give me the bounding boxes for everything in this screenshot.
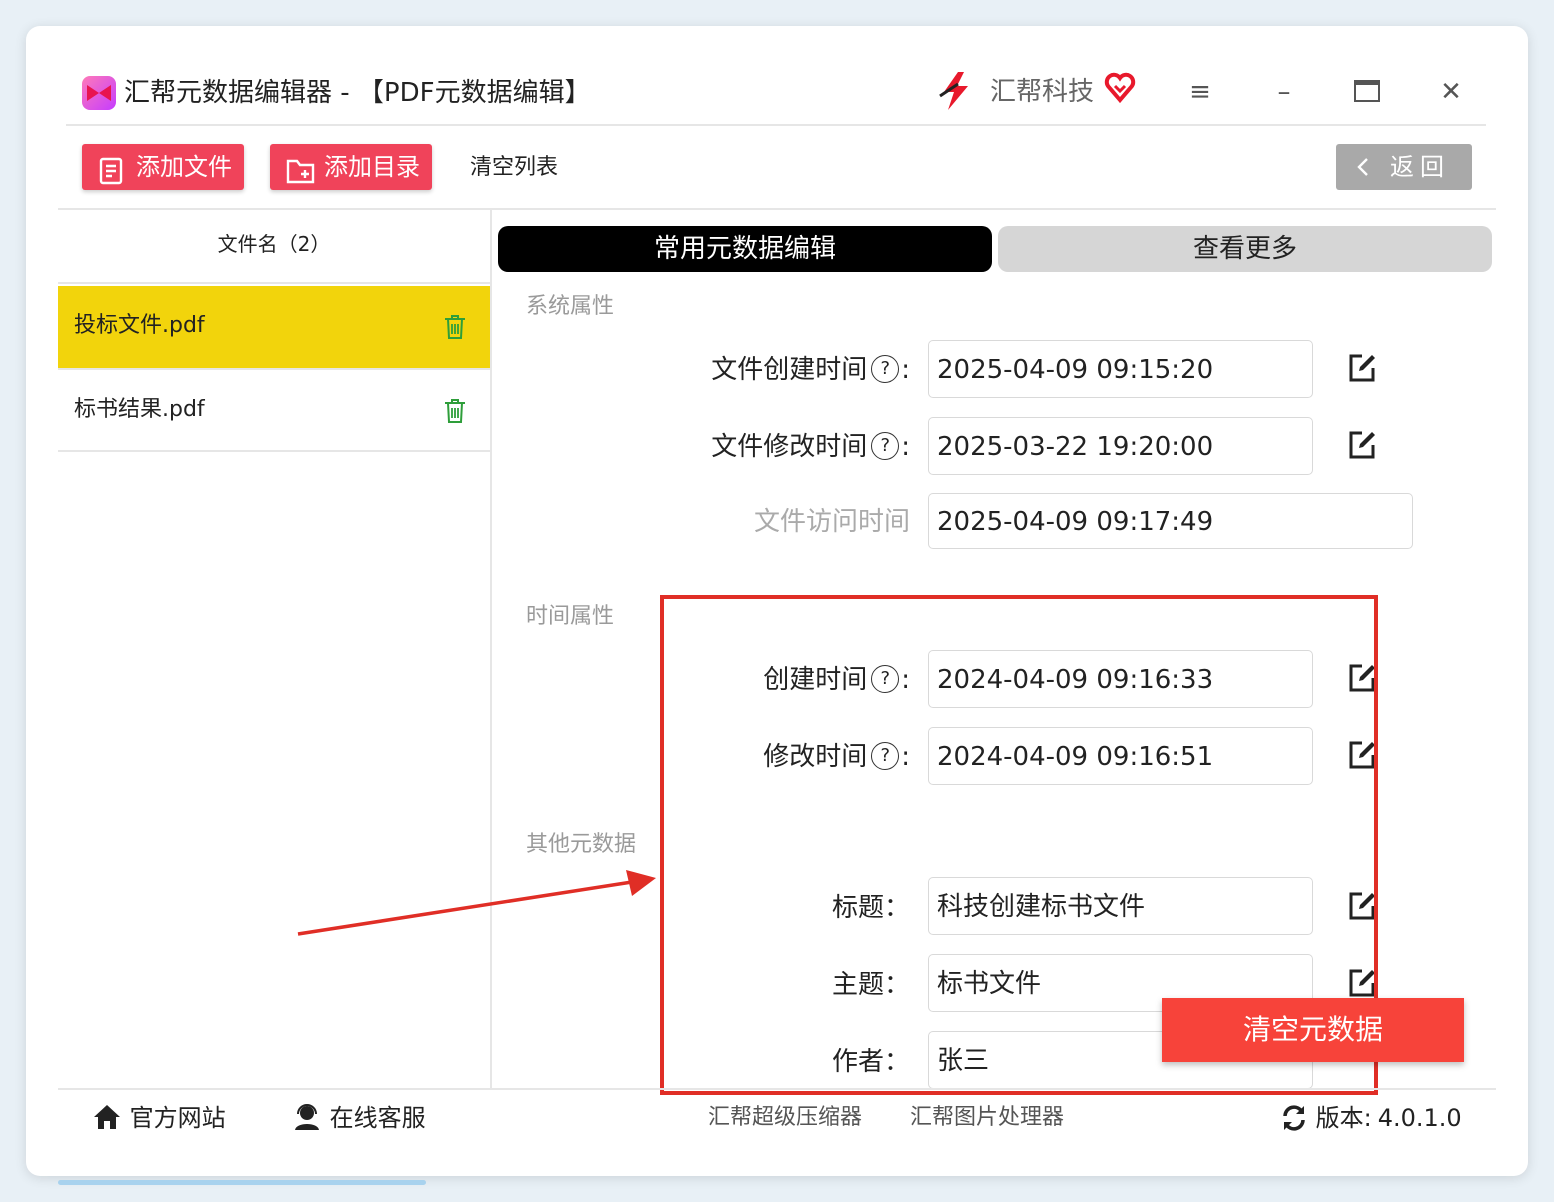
app-logo-icon xyxy=(82,76,116,110)
support-icon xyxy=(292,1104,330,1132)
add-folder-label: 添加目录 xyxy=(324,153,420,181)
tab-see-more[interactable]: 查看更多 xyxy=(998,226,1492,272)
menu-icon[interactable]: ≡ xyxy=(1180,74,1220,110)
section-time-props: 时间属性 xyxy=(526,604,615,629)
file-item[interactable]: 标书结果.pdf xyxy=(58,370,490,452)
support-label: 在线客服 xyxy=(329,1104,426,1132)
version-info: 版本: 4.0.1.0 xyxy=(1280,1100,1462,1136)
label-text: 文件修改时间 xyxy=(711,432,868,462)
field-label: 文件修改时间?: xyxy=(711,431,910,462)
version-label: 版本: xyxy=(1315,1104,1372,1132)
trash-icon[interactable] xyxy=(444,398,466,428)
window-title: 汇帮元数据编辑器 - 【PDF元数据编辑】 xyxy=(124,78,591,108)
field-label: 文件创建时间?: xyxy=(711,354,910,385)
home-icon xyxy=(92,1104,130,1132)
file-list-header: 文件名（2） xyxy=(217,232,331,256)
toolbar-divider xyxy=(58,208,1496,210)
file-name: 标书结果.pdf xyxy=(74,397,205,422)
footer-divider xyxy=(58,1088,1496,1090)
file-list-icon xyxy=(98,154,126,200)
compressor-link[interactable]: 汇帮超级压缩器 xyxy=(708,1100,862,1136)
label-text: 文件创建时间 xyxy=(711,355,868,385)
image-tool-link[interactable]: 汇帮图片处理器 xyxy=(910,1100,1064,1136)
online-support-link[interactable]: 在线客服 xyxy=(292,1100,426,1136)
maximize-icon[interactable] xyxy=(1354,80,1380,102)
scrollbar[interactable] xyxy=(58,1180,426,1185)
file-name: 投标文件.pdf xyxy=(74,313,205,338)
back-button[interactable]: 返回 xyxy=(1336,144,1472,190)
row-divider xyxy=(58,282,490,284)
folder-add-icon xyxy=(286,154,316,200)
heart-icon[interactable] xyxy=(1104,72,1136,108)
trash-icon[interactable] xyxy=(444,314,466,344)
refresh-icon[interactable] xyxy=(1280,1104,1316,1132)
back-label: 返回 xyxy=(1390,153,1450,181)
clear-list-button[interactable]: 清空列表 xyxy=(470,150,558,186)
brand-logo-icon xyxy=(936,70,976,116)
edit-icon[interactable] xyxy=(1346,352,1378,388)
clear-metadata-button[interactable]: 清空元数据 xyxy=(1162,998,1464,1062)
help-icon[interactable]: ? xyxy=(871,431,900,460)
file-modified-time-input[interactable]: 2025-03-22 19:20:00 xyxy=(928,417,1313,475)
file-created-time-input[interactable]: 2025-04-09 09:15:20 xyxy=(928,340,1313,398)
add-file-label: 添加文件 xyxy=(136,153,232,181)
chevron-left-icon xyxy=(1356,144,1370,205)
annotation-arrow xyxy=(297,870,656,936)
help-icon[interactable]: ? xyxy=(871,354,900,383)
section-system-props: 系统属性 xyxy=(526,294,615,319)
edit-icon[interactable] xyxy=(1346,429,1378,465)
file-item[interactable]: 投标文件.pdf xyxy=(58,286,490,368)
field-label: 文件访问时间 xyxy=(753,507,910,537)
tab-common-metadata[interactable]: 常用元数据编辑 xyxy=(498,226,992,272)
version-number: 4.0.1.0 xyxy=(1377,1104,1462,1132)
title-divider xyxy=(66,124,1486,126)
official-website-link[interactable]: 官方网站 xyxy=(92,1100,226,1136)
add-folder-button[interactable]: 添加目录 xyxy=(270,144,432,190)
row-divider xyxy=(58,450,490,452)
add-file-button[interactable]: 添加文件 xyxy=(82,144,244,190)
website-label: 官方网站 xyxy=(129,1104,226,1132)
minimize-icon[interactable]: – xyxy=(1264,74,1304,110)
panel-divider xyxy=(490,210,492,1090)
close-icon[interactable]: ✕ xyxy=(1431,74,1471,110)
brand-name: 汇帮科技 xyxy=(990,77,1095,107)
file-accessed-time-input: 2025-04-09 09:17:49 xyxy=(928,493,1413,549)
section-other-meta: 其他元数据 xyxy=(526,832,637,857)
